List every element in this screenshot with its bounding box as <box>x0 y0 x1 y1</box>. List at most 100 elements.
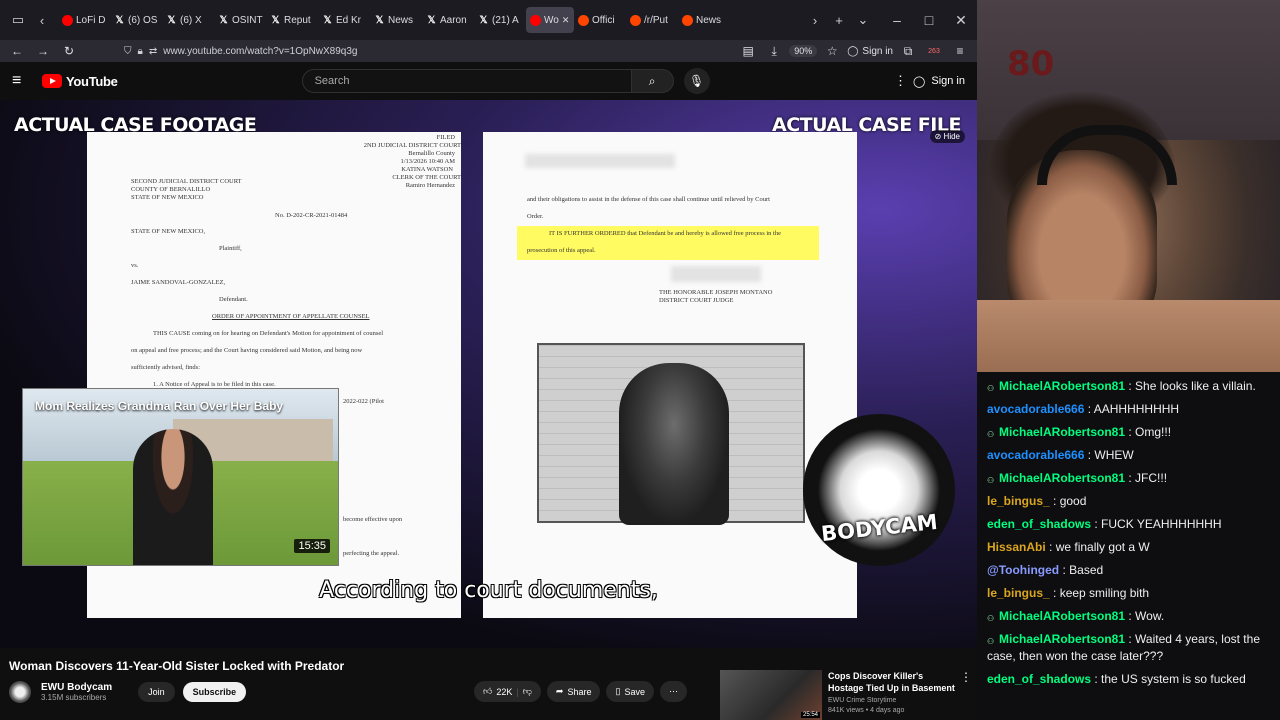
lock-icon[interactable]: 🔒︎ <box>138 46 143 57</box>
channel-avatar[interactable] <box>9 681 31 703</box>
browser-sign-in[interactable]: ◯ Sign in <box>847 46 893 57</box>
chat-username[interactable]: MichaelARobertson81 <box>999 471 1125 485</box>
back-icon[interactable]: ← <box>6 41 28 61</box>
thumbs-down-icon[interactable]: 👎︎ <box>523 686 532 697</box>
browser-tab[interactable]: News <box>678 7 730 33</box>
tab-list-chevron-icon[interactable]: ⌄ <box>851 8 875 32</box>
hide-overlay-button[interactable]: ⊘ Hide <box>929 130 965 143</box>
join-button[interactable]: Join <box>138 682 175 702</box>
recommended-title[interactable]: Cops Discover Killer's Hostage Tied Up i… <box>828 670 958 694</box>
chat-username[interactable]: MichaelARobertson81 <box>999 609 1125 623</box>
chat-badge-icon[interactable]: ⚇ <box>987 426 997 439</box>
more-actions-button[interactable]: ⋯ <box>659 681 687 702</box>
chat-badge-icon[interactable]: ⚇ <box>987 472 997 485</box>
guide-menu-icon[interactable]: ≡ <box>12 72 32 90</box>
like-count: 22K <box>496 686 513 697</box>
search-icon[interactable]: ⌕ <box>631 69 674 93</box>
new-tab-icon[interactable]: + <box>827 8 851 32</box>
reader-view-icon[interactable]: ▤ <box>737 41 759 61</box>
channel-info: EWU Bodycam 3.15M subscribers <box>41 682 112 702</box>
chat-text: Based <box>1069 563 1104 577</box>
recommended-more-icon[interactable]: ⋮ <box>960 670 972 684</box>
browser-tab-label: /r/Put <box>644 14 668 26</box>
channel-name[interactable]: EWU Bodycam <box>41 682 112 693</box>
hamburger-menu-icon[interactable]: ≡ <box>949 41 971 61</box>
shield-icon[interactable]: ⛉ <box>124 46 132 57</box>
browser-tab[interactable]: 𝕏 Reput <box>266 7 318 33</box>
chat-username[interactable]: avocadorable666 <box>987 402 1084 416</box>
reload-icon[interactable]: ↻ <box>58 41 80 61</box>
chat-text: we finally got a W <box>1055 540 1150 554</box>
recommended-thumbnail[interactable]: 25:54 <box>720 670 822 720</box>
window-controls: – □ ✕ <box>881 8 977 32</box>
doc-text: FILED <box>436 134 455 141</box>
like-button[interactable]: 👍︎ 22K | 👎︎ <box>474 681 541 702</box>
microphone-icon[interactable]: 🎙︎ <box>683 68 710 94</box>
forward-icon[interactable]: → <box>32 41 54 61</box>
browser-tab-label: Wo <box>544 14 559 26</box>
browser-tab[interactable]: LoFi D <box>58 7 110 33</box>
tab-scroll-left-icon[interactable]: ‹ <box>30 8 54 32</box>
browser-tab[interactable]: 𝕏 (6) OS <box>110 7 162 33</box>
browser-tab[interactable]: Offici <box>574 7 626 33</box>
minimize-icon[interactable]: – <box>881 8 913 32</box>
video-player[interactable]: ACTUAL CASE FOOTAGE ACTUAL CASE FILE FIL… <box>0 100 977 648</box>
tab-scroll-right-icon[interactable]: › <box>803 8 827 32</box>
chat-username[interactable]: HissanAbi <box>987 540 1046 554</box>
video-title: Woman Discovers 11-Year-Old Sister Locke… <box>9 659 345 673</box>
mugshot-photo <box>537 343 805 525</box>
share-label: Share <box>567 686 592 697</box>
chat-badge-icon[interactable]: ⚇ <box>987 380 997 393</box>
permissions-icon[interactable]: ⇄ <box>149 46 157 57</box>
browser-tab[interactable]: /r/Put <box>626 7 678 33</box>
maximize-icon[interactable]: □ <box>913 8 945 32</box>
chat-text: the US system is so fucked <box>1101 672 1246 686</box>
tab-overview-icon[interactable]: ▭ <box>6 8 30 32</box>
search-input[interactable]: Search <box>301 69 632 93</box>
chat-username[interactable]: @Toohinged <box>987 563 1059 577</box>
close-window-icon[interactable]: ✕ <box>945 8 977 32</box>
youtube-account-icon[interactable]: ◯ <box>913 75 925 88</box>
share-button[interactable]: ➦ Share <box>546 681 601 702</box>
address-bar[interactable]: ⛉ 🔒︎ ⇄ www.youtube.com/watch?v=1OpNwX89q… <box>84 46 733 57</box>
zoom-level[interactable]: 90% <box>789 45 818 57</box>
browser-sign-in-label: Sign in <box>862 45 893 57</box>
save-page-icon[interactable]: ⤓ <box>763 41 785 61</box>
chat-username[interactable]: MichaelARobertson81 <box>999 632 1125 646</box>
chat-username[interactable]: avocadorable666 <box>987 448 1084 462</box>
subscribe-button[interactable]: Subscribe <box>182 682 247 702</box>
browser-tab[interactable]: 𝕏 (6) X <box>162 7 214 33</box>
youtube-logo[interactable]: YouTube <box>42 74 118 89</box>
browser-tab[interactable]: 𝕏 OSINT <box>214 7 266 33</box>
chat-username[interactable]: MichaelARobertson81 <box>999 379 1125 393</box>
chat-separator: : <box>1125 609 1136 623</box>
chat-username[interactable]: eden_of_shadows <box>987 517 1091 531</box>
youtube-sign-in[interactable]: Sign in <box>931 75 965 87</box>
browser-tab[interactable]: 𝕏 (21) A <box>474 7 526 33</box>
chat-username[interactable]: eden_of_shadows <box>987 672 1091 686</box>
bookmark-star-icon[interactable]: ☆ <box>821 41 843 61</box>
recommended-video[interactable]: 25:54 Cops Discover Killer's Hostage Tie… <box>720 670 958 720</box>
chat-badge-icon[interactable]: ⚇ <box>987 633 997 646</box>
save-button[interactable]: ▯ Save <box>606 681 654 702</box>
doc-text: Bernalillo County <box>408 150 455 157</box>
chat-message: le_bingus_ : keep smiling bith <box>987 585 1276 602</box>
chat-separator: : <box>1045 540 1056 554</box>
chat-message: ⚇ MichaelARobertson81 : Omg!!! <box>987 424 1276 441</box>
browser-tab-label: Reput <box>284 14 311 26</box>
extension-badge[interactable]: 263 <box>923 41 945 61</box>
close-tab-icon[interactable]: ✕ <box>562 15 570 26</box>
extensions-icon[interactable]: ⧉ <box>897 41 919 61</box>
chat-username[interactable]: MichaelARobertson81 <box>999 425 1125 439</box>
browser-tab[interactable]: 𝕏 Aaron <box>422 7 474 33</box>
miniplayer-card[interactable]: Mom Realizes Grandma Ran Over Her Baby 1… <box>22 388 339 566</box>
browser-tab[interactable]: 𝕏 News <box>370 7 422 33</box>
chat-separator: : <box>1091 517 1102 531</box>
chat-username[interactable]: le_bingus_ <box>987 494 1050 508</box>
browser-tab[interactable]: Wo ✕ <box>526 7 574 33</box>
chat-message: eden_of_shadows : FUCK YEAHHHHHHH <box>987 516 1276 533</box>
browser-tab[interactable]: 𝕏 Ed Kr <box>318 7 370 33</box>
chat-badge-icon[interactable]: ⚇ <box>987 610 997 623</box>
chat-username[interactable]: le_bingus_ <box>987 586 1050 600</box>
more-options-icon[interactable]: ⋮ <box>894 73 907 89</box>
